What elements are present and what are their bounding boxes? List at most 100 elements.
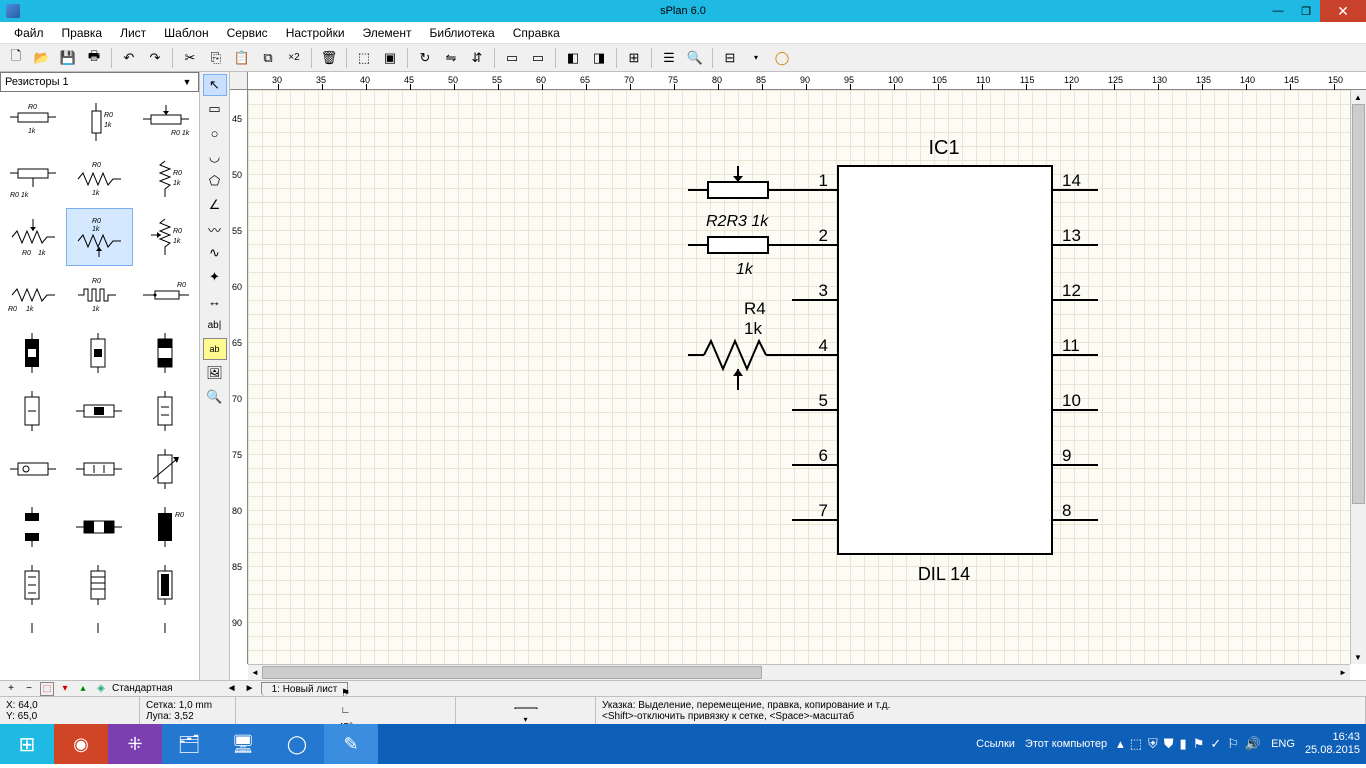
menu-element[interactable]: Элемент (355, 24, 420, 42)
component-item[interactable] (66, 614, 132, 672)
close-button[interactable]: ✕ (1320, 0, 1366, 22)
tray-av-icon[interactable]: ✓ (1210, 736, 1221, 752)
list-button[interactable]: ☰ (657, 46, 681, 70)
scroll-right-icon[interactable]: ► (1336, 665, 1350, 679)
save-button[interactable]: 💾 (56, 46, 80, 70)
ungroup-button[interactable]: ⬚ (352, 46, 376, 70)
scrollbar-v-thumb[interactable] (1352, 104, 1365, 504)
undo-button[interactable]: ↶ (117, 46, 141, 70)
component-item[interactable]: R01k (66, 150, 132, 208)
minus-icon[interactable]: − (22, 682, 36, 696)
taskbar-computer-link[interactable]: Этот компьютер (1025, 738, 1107, 750)
component-item[interactable]: R0 (133, 266, 199, 324)
component-item[interactable]: R0 1k (133, 92, 199, 150)
component-item[interactable] (133, 556, 199, 614)
dimension-tool[interactable]: ↔ (203, 290, 227, 312)
tray-date[interactable]: 25.08.2015 (1305, 744, 1360, 757)
edit-icon[interactable]: ⬚ (40, 682, 54, 696)
component-item[interactable] (133, 382, 199, 440)
component-item[interactable] (0, 440, 66, 498)
arc-tool[interactable]: ◡ (203, 146, 227, 168)
poly-tool[interactable]: ⬠ (203, 170, 227, 192)
dropdown-icon[interactable]: ▾ (523, 715, 527, 724)
taskbar-explorer[interactable]: 🗂 (162, 724, 216, 764)
tab-prev-icon[interactable]: ◄ (225, 682, 239, 696)
rect-tool[interactable]: ▭ (203, 98, 227, 120)
menu-file[interactable]: Файл (6, 24, 52, 42)
circle-tool[interactable]: ○ (203, 122, 227, 144)
taskbar-splan[interactable]: ✎ (324, 724, 378, 764)
zoom-oval-button[interactable]: ◯ (770, 46, 794, 70)
grid-btn[interactable]: ⊟ (718, 46, 742, 70)
component-item[interactable] (66, 440, 132, 498)
component-item[interactable] (66, 324, 132, 382)
component-item[interactable]: R01k (133, 150, 199, 208)
cut-button[interactable]: ✂ (178, 46, 202, 70)
taskbar-app-1[interactable]: ◉ (54, 724, 108, 764)
scroll-up-icon[interactable]: ▲ (1351, 90, 1365, 104)
scroll-left-icon[interactable]: ◄ (248, 665, 262, 679)
down-icon[interactable]: ▾ (58, 682, 72, 696)
flip-v-button[interactable]: ⇵ (465, 46, 489, 70)
tray-sound-icon[interactable]: 🔊 (1245, 736, 1261, 752)
tray-flag-icon[interactable]: ⚑ (1193, 736, 1205, 752)
zoom-tool[interactable]: 🔍 (203, 386, 227, 408)
minimize-button[interactable]: — (1264, 0, 1292, 22)
copy-button[interactable]: ⎘ (204, 46, 228, 70)
duplicate-button[interactable]: ⧉ (256, 46, 280, 70)
component-item[interactable]: R01k (66, 92, 132, 150)
tray-shield-icon[interactable]: ⛨ (1148, 736, 1158, 752)
front-button[interactable]: ▭ (500, 46, 524, 70)
component-item[interactable]: R0 (133, 498, 199, 556)
component-item[interactable] (133, 614, 199, 672)
start-button[interactable]: ⊞ (0, 724, 54, 764)
back-button[interactable]: ▭ (526, 46, 550, 70)
group-button[interactable]: ▣ (378, 46, 402, 70)
new-button[interactable]: 🗋 (4, 46, 28, 70)
component-item[interactable] (0, 498, 66, 556)
component-item[interactable]: R01k (0, 208, 66, 266)
snap-button[interactable]: ⊞ (622, 46, 646, 70)
menu-library[interactable]: Библиотека (421, 24, 502, 42)
menu-sheet[interactable]: Лист (112, 24, 154, 42)
maximize-button[interactable]: ❐ (1292, 0, 1320, 22)
menu-template[interactable]: Шаблон (156, 24, 216, 42)
open-button[interactable]: 📂 (30, 46, 54, 70)
tray-battery-icon[interactable]: ▮ (1180, 736, 1187, 752)
curve-tool[interactable]: 〰 (203, 218, 227, 240)
pointer-tool[interactable]: ↖ (203, 74, 227, 96)
menu-service[interactable]: Сервис (219, 24, 276, 42)
sheet-tab[interactable]: 1: Новый лист (261, 682, 349, 696)
tray-up-icon[interactable]: ▴ (1117, 736, 1124, 752)
text-tool[interactable]: ab| (203, 314, 227, 336)
component-item[interactable]: R01k (66, 266, 132, 324)
image-tool[interactable]: 🖼 (203, 362, 227, 384)
flip-h-button[interactable]: ⇋ (439, 46, 463, 70)
menu-help[interactable]: Справка (505, 24, 568, 42)
book-icon[interactable]: ◈ (94, 682, 108, 696)
dropdown-icon[interactable]: ▾ (744, 46, 768, 70)
taskbar-links[interactable]: Ссылки (976, 738, 1015, 750)
delete-button[interactable]: 🗑 (317, 46, 341, 70)
component-item[interactable]: R01k (0, 266, 66, 324)
tray-time[interactable]: 16:43 (1305, 731, 1360, 744)
taskbar-chrome[interactable]: ◯ (270, 724, 324, 764)
tab-next-icon[interactable]: ► (243, 682, 257, 696)
scrollbar-horizontal[interactable]: ◄ ► (248, 664, 1350, 680)
flag-icon[interactable]: ⚑ (341, 688, 350, 699)
component-item[interactable]: R01k (66, 208, 132, 266)
node-tool[interactable]: ✦ (203, 266, 227, 288)
scroll-down-icon[interactable]: ▼ (1351, 650, 1365, 664)
tray-flag2-icon[interactable]: ⚐ (1227, 736, 1239, 752)
x2-button[interactable]: ×2 (282, 46, 306, 70)
scrollbar-h-thumb[interactable] (262, 666, 762, 679)
component-item[interactable] (0, 614, 66, 672)
component-item[interactable] (66, 498, 132, 556)
bezier-tool[interactable]: ∿ (203, 242, 227, 264)
menu-edit[interactable]: Правка (54, 24, 111, 42)
component-item[interactable]: R01k (133, 208, 199, 266)
drawing-canvas[interactable]: IC1 DIL 14 R2R3 1k 1k R4 (248, 90, 1350, 664)
component-item[interactable] (66, 382, 132, 440)
tray-network-icon[interactable]: ⬚ (1130, 736, 1142, 752)
component-item[interactable]: R0 1k (0, 150, 66, 208)
